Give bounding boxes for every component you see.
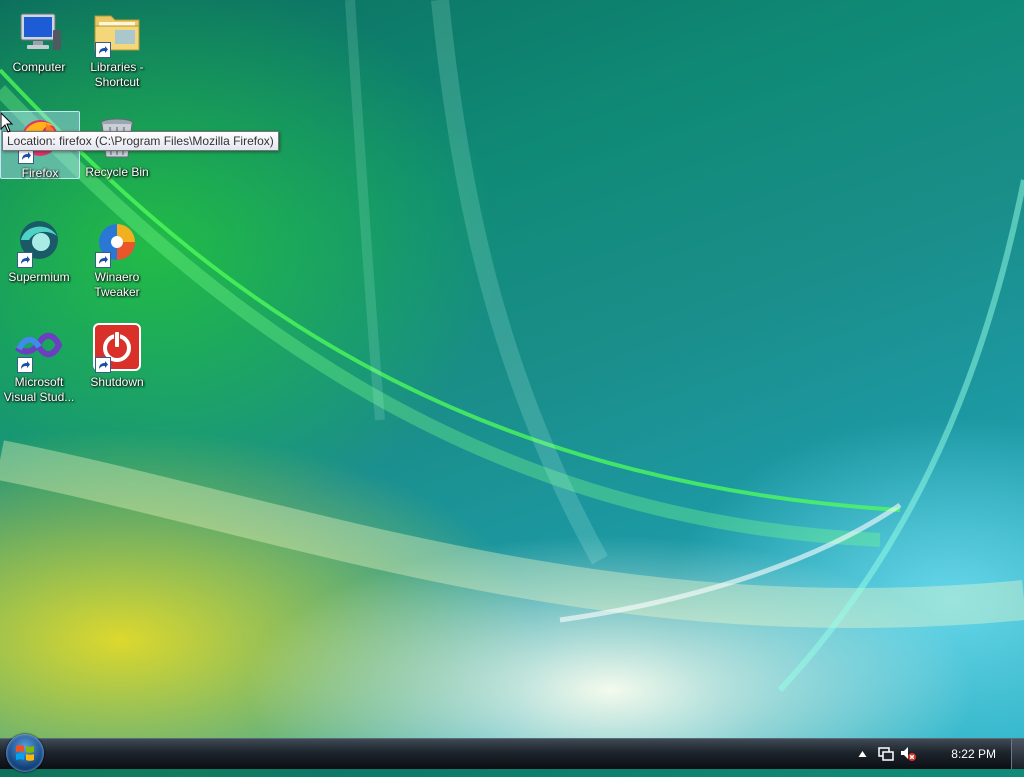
desktop-icon-libraries[interactable]: Libraries - Shortcut (78, 8, 156, 90)
desktop-icon-computer[interactable]: Computer (0, 8, 78, 75)
computer-icon (15, 8, 63, 56)
desktop-icon-visual-studio[interactable]: Microsoft Visual Stud... (0, 323, 78, 405)
power-icon (93, 323, 141, 373)
supermium-icon (15, 218, 63, 268)
desktop-icon-label: Recycle Bin (85, 165, 149, 179)
visual-studio-icon (15, 323, 63, 373)
tooltip: Location: firefox (C:\Program Files\Mozi… (2, 131, 279, 151)
network-icon[interactable] (878, 746, 894, 762)
shortcut-arrow-icon (95, 42, 111, 58)
start-button[interactable] (6, 734, 44, 772)
shortcut-arrow-icon (17, 252, 33, 268)
windows-logo-icon (16, 745, 34, 761)
clock[interactable]: 8:22 PM (951, 739, 996, 769)
desktop-icon-label: Supermium (8, 270, 70, 284)
volume-muted-icon[interactable] (900, 746, 916, 762)
desktop-icon-label: Computer (12, 60, 66, 74)
desktop-icon-winaero-tweaker[interactable]: Winaero Tweaker (78, 218, 156, 300)
desktop-icon-label: Shutdown (90, 375, 144, 389)
shortcut-arrow-icon (95, 252, 111, 268)
desktop-icon-label: Libraries - Shortcut (90, 60, 144, 89)
show-hidden-icons-icon[interactable] (858, 750, 867, 758)
mouse-cursor-icon (0, 112, 14, 133)
desktop-icon-label: Microsoft Visual Stud... (3, 375, 75, 404)
desktop-icon-supermium[interactable]: Supermium (0, 218, 78, 285)
desktop-icon-shutdown[interactable]: Shutdown (78, 323, 156, 390)
winaero-icon (93, 218, 141, 268)
desktop-icon-label: Winaero Tweaker (94, 270, 140, 299)
taskbar: 8:22 PM (0, 734, 1024, 772)
show-desktop-button[interactable] (1011, 739, 1024, 769)
shortcut-arrow-icon (95, 357, 111, 373)
folder-icon (93, 8, 141, 58)
shortcut-arrow-icon (17, 357, 33, 373)
desktop-icon-label: Firefox (21, 166, 59, 180)
